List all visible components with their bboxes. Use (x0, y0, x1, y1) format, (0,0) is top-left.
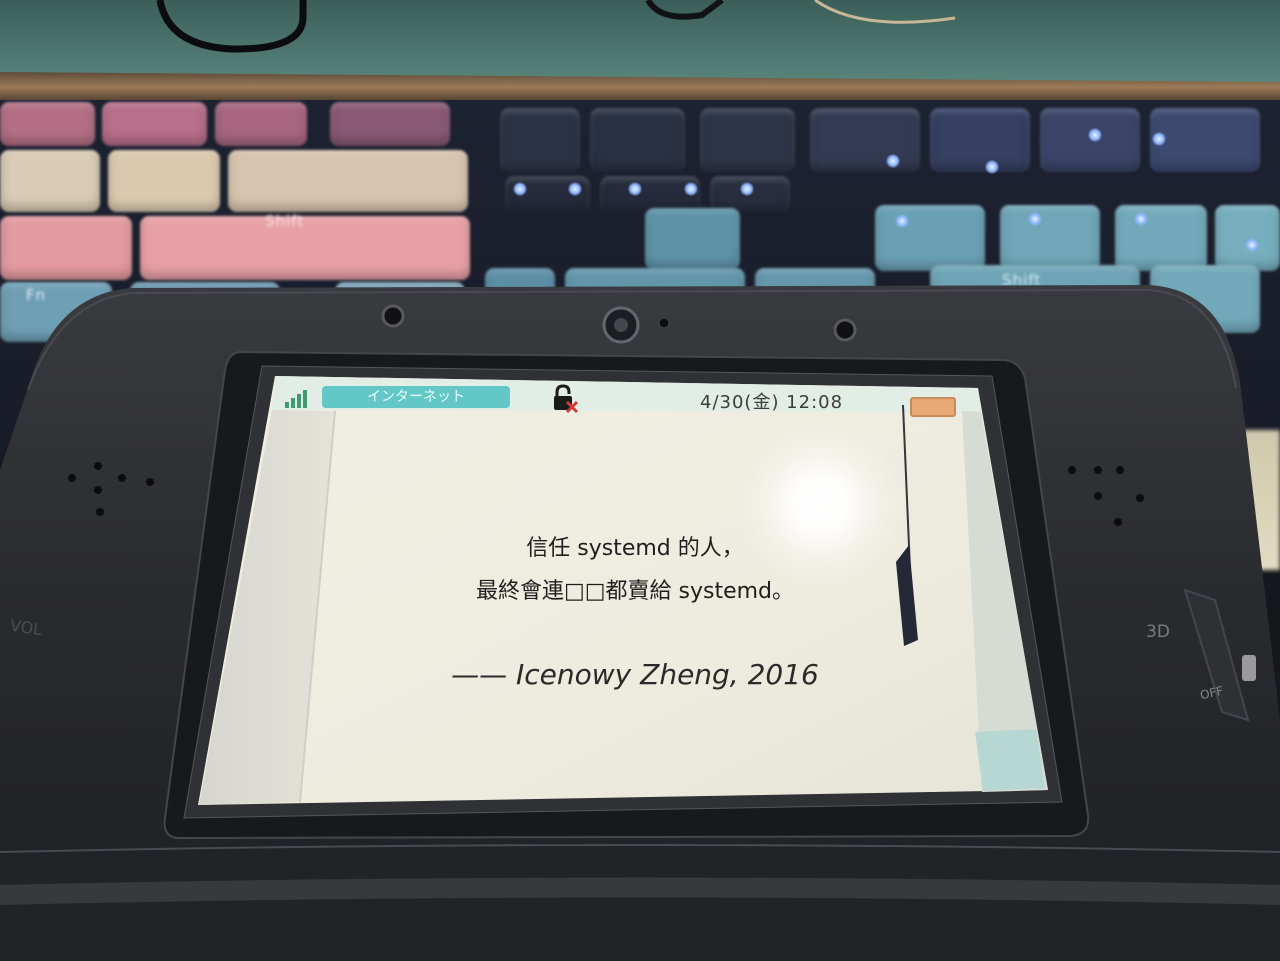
depth-slider-label: 3D (1146, 622, 1170, 642)
status-datetime: 4/30(金) 12:08 (700, 392, 844, 413)
lock-broken-icon (554, 384, 579, 414)
indicator-light-icon (658, 317, 670, 329)
app-pill: インターネット (322, 386, 510, 408)
depth-slider-handle (1242, 655, 1256, 681)
quote-attribution: —— Icenowy Zheng, 2016 (451, 658, 819, 691)
scrollbar-thumb (975, 729, 1045, 791)
hinge (0, 842, 1280, 961)
handheld-console (0, 285, 1280, 961)
light-glare (735, 425, 905, 585)
sensor-icon (381, 304, 405, 328)
battery-icon (910, 397, 956, 417)
camera-lens-icon (614, 318, 628, 332)
sensor-icon (833, 318, 857, 342)
signal-bars-icon (283, 390, 311, 408)
